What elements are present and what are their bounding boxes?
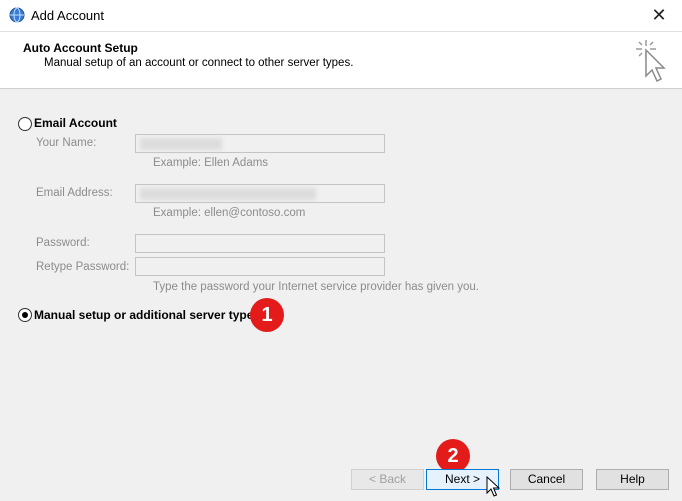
- your-name-field[interactable]: [135, 134, 385, 153]
- your-name-label: Your Name:: [36, 137, 97, 149]
- header-subtitle: Manual setup of an account or connect to…: [44, 57, 354, 69]
- password-label: Password:: [36, 237, 90, 249]
- mouse-pointer-icon: [486, 476, 500, 497]
- header-title: Auto Account Setup: [23, 41, 138, 55]
- email-address-label: Email Address:: [36, 187, 113, 199]
- email-address-field[interactable]: [135, 184, 385, 203]
- redacted-name: [140, 138, 222, 150]
- email-account-label[interactable]: Email Account: [34, 116, 117, 130]
- close-button[interactable]: ✕: [636, 0, 682, 31]
- cursor-sparkle-icon: [636, 40, 666, 83]
- retype-password-field[interactable]: [135, 257, 385, 276]
- wizard-header: Auto Account Setup Manual setup of an ac…: [0, 32, 682, 89]
- help-button[interactable]: Help: [596, 469, 669, 490]
- window-title: Add Account: [31, 8, 104, 23]
- back-button[interactable]: < Back: [351, 469, 424, 490]
- email-address-example: Example: ellen@contoso.com: [153, 207, 306, 219]
- step-1-badge: 1: [250, 298, 284, 332]
- retype-password-label: Retype Password:: [36, 261, 130, 273]
- cancel-button[interactable]: Cancel: [510, 469, 583, 490]
- password-field[interactable]: [135, 234, 385, 253]
- title-bar: Add Account ✕: [0, 0, 682, 32]
- password-hint: Type the password your Internet service …: [153, 281, 480, 293]
- redacted-email: [140, 188, 316, 200]
- email-account-radio[interactable]: [18, 117, 32, 131]
- close-icon: ✕: [651, 5, 667, 25]
- step-2-badge: 2: [436, 439, 470, 473]
- outlook-globe-icon: [9, 7, 25, 23]
- manual-setup-label[interactable]: Manual setup or additional server types: [34, 308, 260, 322]
- your-name-example: Example: Ellen Adams: [153, 157, 269, 169]
- manual-setup-radio[interactable]: [18, 308, 32, 322]
